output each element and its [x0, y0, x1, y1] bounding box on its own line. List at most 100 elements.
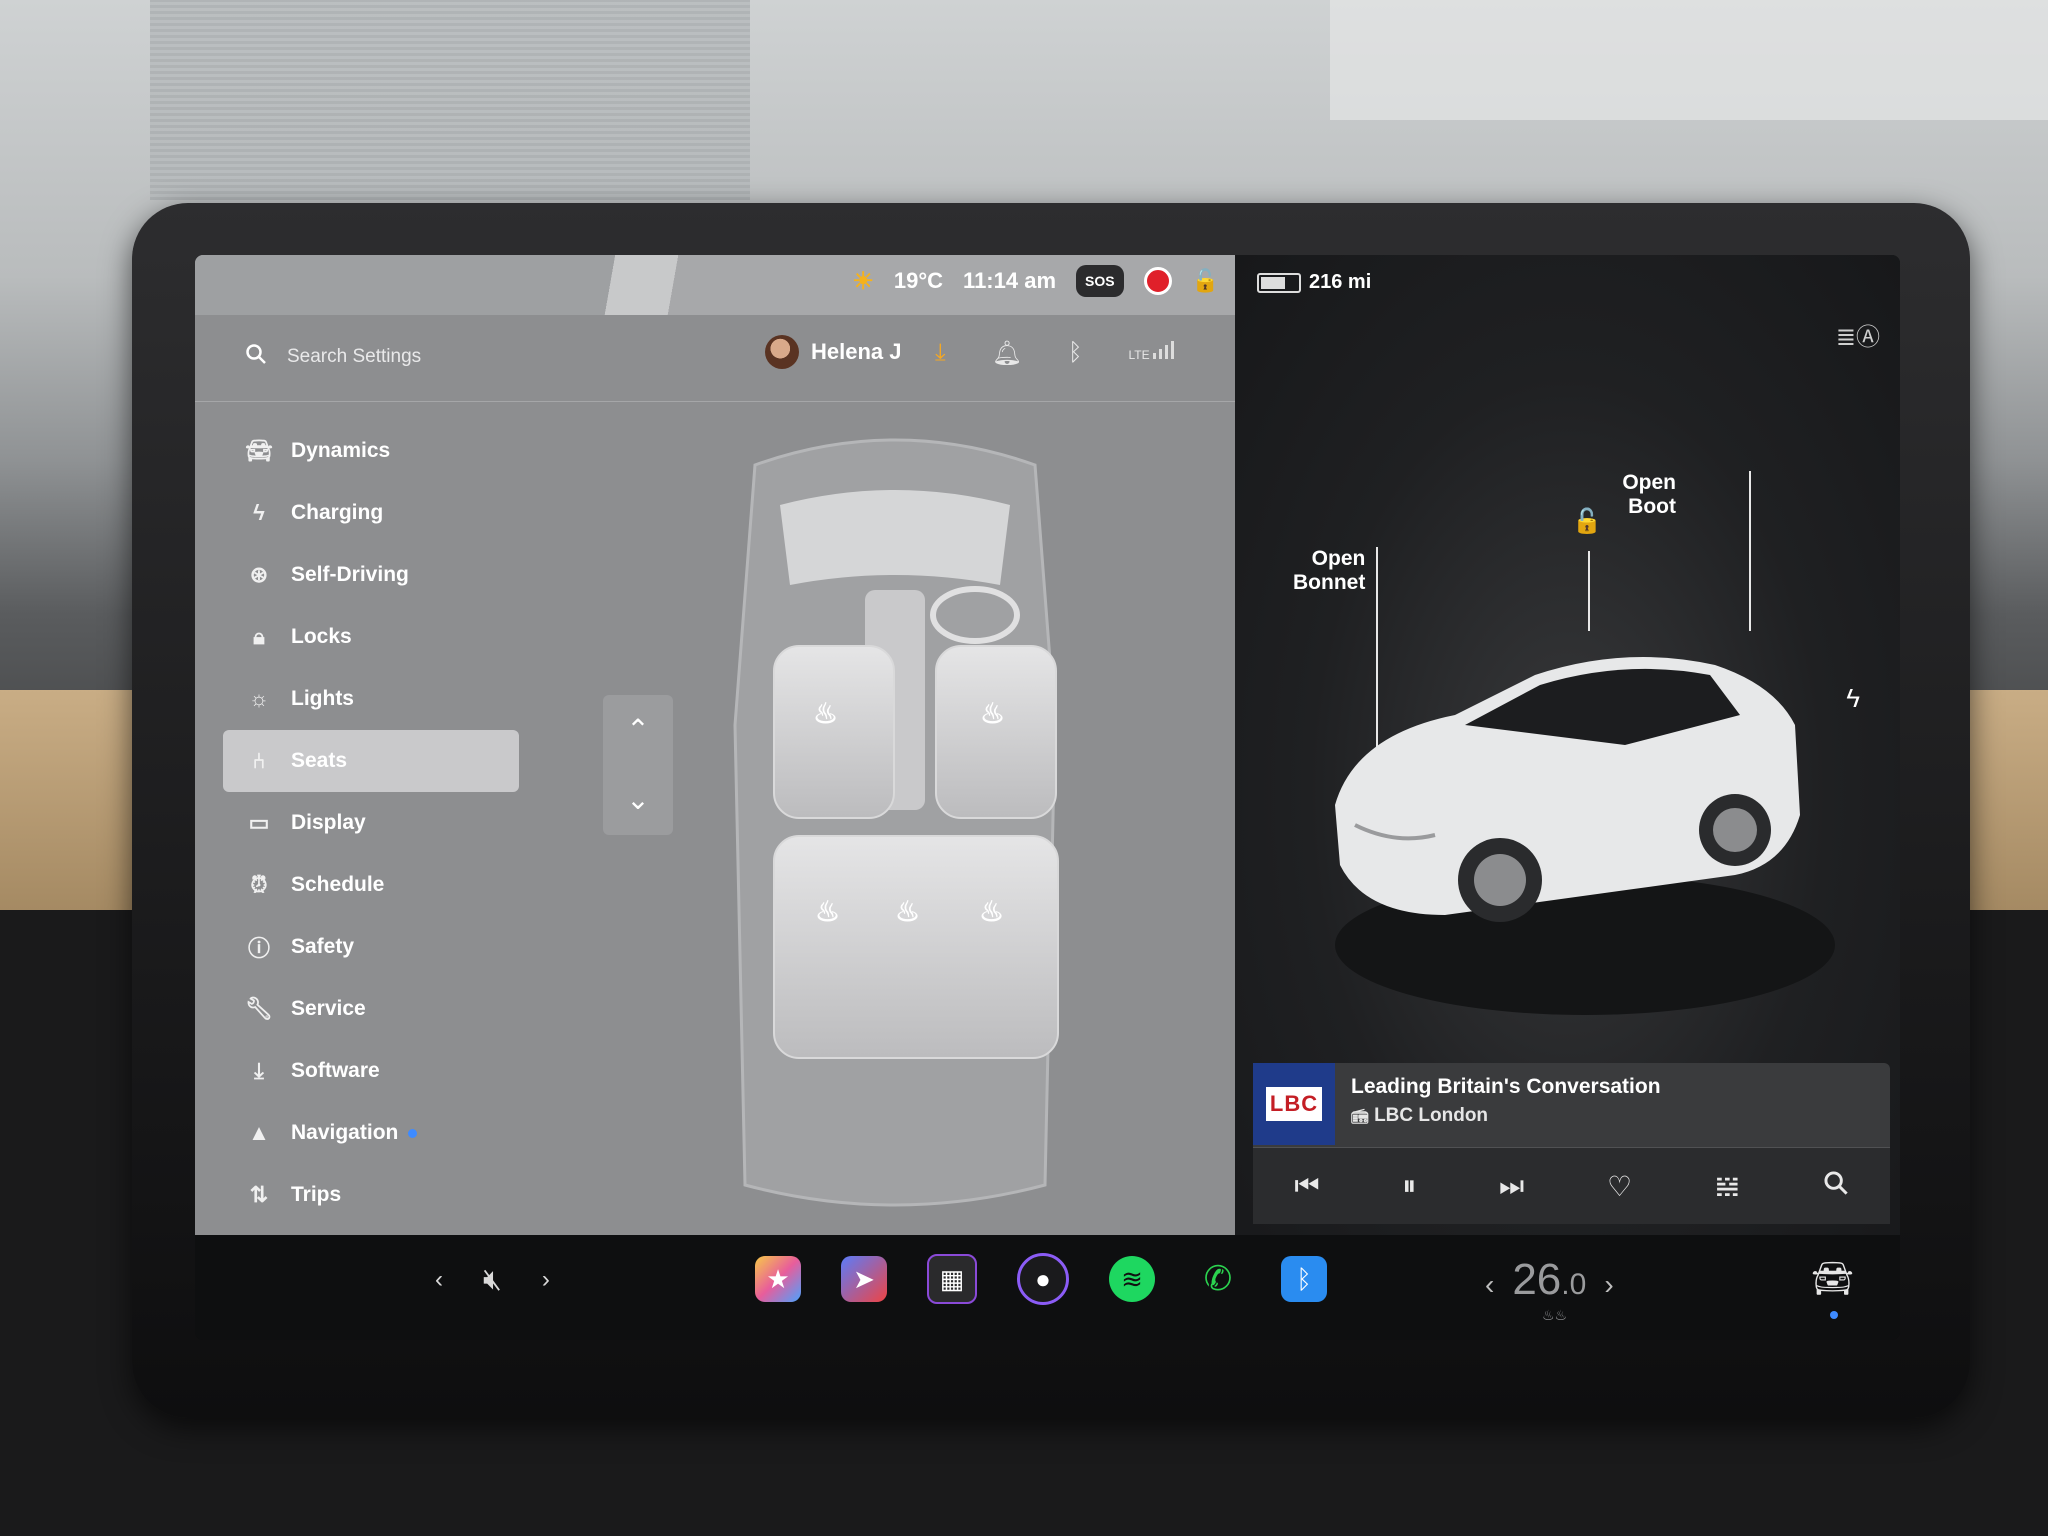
bluetooth-icon[interactable]: ᛒ [1068, 339, 1082, 368]
menu-item-charging[interactable]: ϟ Charging [223, 482, 523, 544]
menu-item-label: Service [291, 997, 366, 1020]
media-title: Leading Britain's Conversation [1351, 1075, 1661, 1098]
equalizer-icon[interactable]: 𝍇 [1715, 1170, 1740, 1203]
volume-control: ‹ 🔇︎ › [435, 1263, 550, 1297]
previous-track-icon[interactable]: ⏮ [1294, 1170, 1319, 1203]
trips-icon: ⇅ [249, 1182, 269, 1207]
seat-heater-rear-center-icon[interactable]: ♨ [895, 895, 920, 928]
menu-item-label: Dynamics [291, 439, 391, 462]
wrench-icon: 🔧︎ [245, 996, 273, 1021]
auto-headlights-icon[interactable]: ≣Ⓐ [1836, 317, 1880, 352]
range-value: 216 mi [1309, 271, 1372, 293]
car-icon: 🚘︎ [245, 438, 273, 463]
lte-signal-icon: LTE [1128, 339, 1178, 368]
sun-icon: ☀ [852, 267, 874, 295]
heart-icon[interactable]: ♡ [1607, 1170, 1632, 1203]
seat-heater-front-left-icon[interactable]: ♨ [813, 697, 838, 730]
bluetooth-app-icon[interactable]: ᛒ [1281, 1256, 1327, 1302]
mute-speaker-icon[interactable]: 🔇︎ [483, 1263, 502, 1297]
seat-heater-rear-right-icon[interactable]: ♨ [979, 895, 1004, 928]
app-launcher: ★ ➤ ▦ ● ≋ ✆ ᛒ [755, 1253, 1327, 1305]
menu-item-label: Charging [291, 501, 384, 524]
dashcam-record-icon[interactable] [1143, 267, 1172, 295]
background-window [150, 0, 750, 200]
menu-item-service[interactable]: 🔧︎ Service [223, 978, 523, 1040]
seat-heater-rear-left-icon[interactable]: ♨ [815, 895, 840, 928]
menu-item-lights[interactable]: ☼ Lights [223, 668, 523, 730]
steering-wheel-icon: ⊛ [249, 562, 269, 587]
active-indicator-dot [1830, 1311, 1838, 1319]
volume-up-chevron-icon[interactable]: › [542, 1266, 550, 1294]
menu-item-safety[interactable]: ⓘ Safety [223, 916, 523, 978]
media-controls: ⏮ ⏸ ⏭ ♡ 𝍇 [1253, 1147, 1890, 1224]
seat-front-left[interactable] [773, 645, 895, 819]
settings-top-bar: Search Settings Helena J ⤓ 🔔︎ ᛒ LTE [195, 315, 1235, 402]
car-top-view: ♨ ♨ ♨ ♨ ♨ [695, 425, 1095, 1225]
station-logo-text: LBC [1265, 1087, 1323, 1121]
chevron-up-icon[interactable]: ⌃ [603, 695, 673, 765]
download-icon[interactable]: ⤓ [935, 339, 946, 368]
settings-menu: 🚘︎ Dynamics ϟ Charging ⊛ Self-Driving 🔒︎ Loc… [223, 420, 523, 1226]
pause-icon[interactable]: ⏸ [1402, 1170, 1416, 1203]
app-grid-icon[interactable]: ▦ [927, 1254, 977, 1304]
menu-item-self-driving[interactable]: ⊛ Self-Driving [223, 544, 523, 606]
menu-item-seats[interactable]: ⑃ Seats [223, 730, 519, 792]
open-boot-button[interactable]: Open Boot [1580, 471, 1676, 519]
volume-down-chevron-icon[interactable]: ‹ [435, 1266, 443, 1294]
display-icon: ▭ [248, 810, 270, 835]
toybox-icon[interactable]: ★ [755, 1256, 801, 1302]
temp-down-chevron-icon[interactable]: ‹ [1485, 1269, 1494, 1301]
menu-item-label: Navigation [291, 1121, 399, 1144]
unlock-icon[interactable]: 🔓 [1192, 268, 1219, 294]
menu-item-trips[interactable]: ⇅ Trips [223, 1164, 523, 1226]
bottom-dock: ‹ 🔇︎ › ★ ➤ ▦ ● ≋ ✆ ᛒ ‹ 26.0 › ♨♨ 🚘︎ [195, 1235, 1900, 1340]
menu-item-label: Display [291, 811, 366, 834]
menu-item-display[interactable]: ▭ Display [223, 792, 523, 854]
chevron-down-icon[interactable]: ⌄ [603, 765, 673, 835]
alarm-clock-icon: ⏰︎ [250, 872, 268, 897]
menu-item-label: Schedule [291, 873, 385, 896]
seat-heater-status-icon: ♨♨ [1542, 1307, 1568, 1323]
header-icons: ⤓ 🔔︎ ᛒ LTE [935, 339, 1179, 368]
battery-icon [1257, 272, 1301, 293]
next-track-icon[interactable]: ⏭ [1499, 1170, 1524, 1203]
seat-front-right[interactable] [935, 645, 1057, 819]
open-bonnet-button[interactable]: Open Bonnet [1293, 547, 1365, 595]
menu-item-locks[interactable]: 🔒︎ Locks [223, 606, 523, 668]
sos-button[interactable]: SOS [1076, 265, 1124, 297]
search-input[interactable]: Search Settings [287, 346, 421, 368]
menu-item-software[interactable]: ⤓ Software [223, 1040, 523, 1102]
menu-item-dynamics[interactable]: 🚘︎ Dynamics [223, 420, 523, 482]
battery-range[interactable]: 216 mi [1257, 271, 1371, 294]
spotify-icon[interactable]: ≋ [1109, 1256, 1155, 1302]
background-panel [1330, 0, 2048, 120]
search-settings[interactable]: Search Settings [245, 343, 421, 371]
search-icon [245, 343, 267, 371]
menu-item-navigation[interactable]: ▲ Navigation [223, 1102, 523, 1164]
media-player: LBC Leading Britain's Conversation 📻︎ LB… [1253, 1063, 1890, 1224]
seat-rear-bench[interactable] [773, 835, 1059, 1059]
status-bar: ☀ 19°C 11:14 am SOS 🔓 [852, 265, 1219, 297]
station-name: LBC London [1374, 1105, 1489, 1126]
car-controls-icon[interactable]: 🚘︎ [1811, 1259, 1854, 1299]
sun-icon: ☼ [248, 686, 270, 711]
camera-icon[interactable]: ● [1017, 1253, 1069, 1305]
menu-item-label: Seats [291, 749, 348, 772]
temp-up-chevron-icon[interactable]: › [1604, 1269, 1613, 1301]
exclamation-icon: ⓘ [247, 936, 270, 961]
seat-heater-front-right-icon[interactable]: ♨ [980, 697, 1005, 730]
user-profile[interactable]: Helena J [765, 335, 902, 369]
cabin-temperature-control: ‹ 26.0 › [1485, 1255, 1614, 1305]
bolt-icon: ϟ [253, 500, 265, 525]
search-icon[interactable] [1823, 1170, 1849, 1203]
phone-icon[interactable]: ✆ [1195, 1256, 1241, 1302]
bell-icon[interactable]: 🔔︎ [992, 339, 1022, 368]
menu-item-schedule[interactable]: ⏰︎ Schedule [223, 854, 523, 916]
navigation-app-icon[interactable]: ➤ [841, 1256, 887, 1302]
boot-leader-line [1749, 471, 1751, 631]
cabin-temperature[interactable]: 26.0 [1512, 1255, 1586, 1305]
menu-item-label: Locks [291, 625, 352, 648]
vehicle-panel: 216 mi ≣Ⓐ Open Bonnet 🔓 Open Boot ϟ LBC … [1235, 255, 1900, 1235]
map-strip[interactable]: ☀ 19°C 11:14 am SOS 🔓 [195, 255, 1235, 315]
avatar [765, 335, 799, 369]
